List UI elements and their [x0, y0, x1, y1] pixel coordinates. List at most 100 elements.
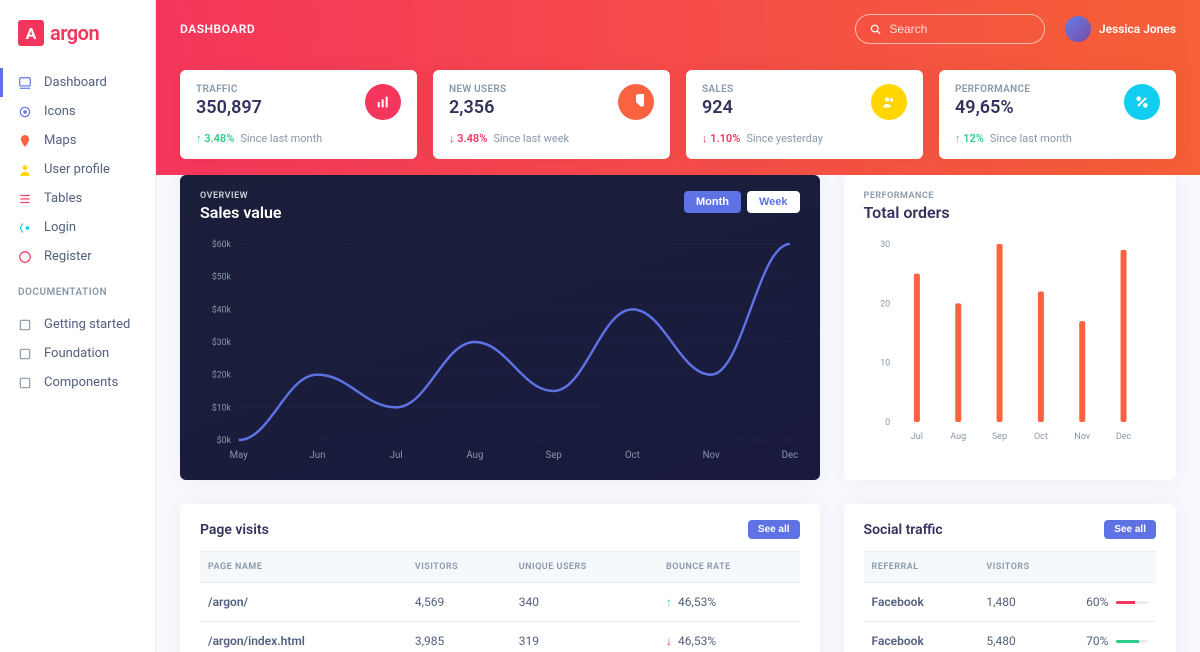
nav-label: Dashboard	[44, 75, 107, 90]
nav-icon	[18, 221, 32, 235]
nav-label: Foundation	[44, 346, 109, 361]
nav-icon	[18, 134, 32, 148]
referral-cell: Facebook	[864, 583, 979, 622]
visitors-cell: 1,480	[978, 583, 1078, 622]
sidebar-item-login[interactable]: Login	[0, 213, 155, 242]
stat-value: 2,356	[449, 97, 506, 118]
svg-text:Nov: Nov	[1074, 432, 1090, 442]
stat-label: SALES	[702, 84, 733, 95]
svg-text:$50k: $50k	[212, 272, 232, 283]
stat-change: ↓ 1.10%	[702, 132, 740, 145]
sidebar-item-dashboard[interactable]: Dashboard	[0, 68, 155, 97]
visitors-cell: 5,480	[978, 622, 1078, 652]
svg-text:Jun: Jun	[309, 450, 325, 461]
chart-icon	[365, 84, 401, 120]
page-name-cell: /argon/index.html	[200, 622, 407, 652]
svg-text:Jul: Jul	[390, 450, 403, 461]
nav-icon	[18, 163, 32, 177]
svg-text:Nov: Nov	[703, 450, 720, 461]
table-row: /argon/ 4,569 340 ↑46,53%	[200, 583, 800, 622]
social-traffic-table: REFERRALVISITORS Facebook 1,480 60% Face…	[864, 551, 1156, 652]
page-visits-title: Page visits	[200, 522, 269, 538]
sidebar-item-register[interactable]: Register	[0, 242, 155, 271]
svg-text:Dec: Dec	[782, 450, 799, 461]
nav-icon	[18, 318, 32, 332]
svg-text:Aug: Aug	[950, 432, 966, 442]
table-header: REFERRAL	[864, 552, 979, 583]
table-header: PAGE NAME	[200, 552, 407, 583]
orders-chart-panel: PERFORMANCE Total orders 0102030JulAugSe…	[844, 175, 1176, 480]
progress-cell: 60%	[1078, 583, 1156, 622]
svg-text:20: 20	[880, 299, 890, 309]
nav-label: Icons	[44, 104, 76, 119]
logo-badge-icon: A	[18, 20, 44, 46]
search-input[interactable]	[889, 22, 1030, 36]
see-all-social-button[interactable]: See all	[1104, 520, 1156, 539]
sidebar-item-icons[interactable]: Icons	[0, 97, 155, 126]
stat-since: Since last month	[990, 132, 1072, 145]
docs-heading: DOCUMENTATION	[0, 277, 155, 304]
social-traffic-panel: Social traffic See all REFERRALVISITORS …	[844, 504, 1176, 652]
bounce-cell: ↑46,53%	[658, 583, 800, 622]
visitors-cell: 4,569	[407, 583, 511, 622]
stat-value: 924	[702, 97, 733, 118]
stat-change: ↓ 3.48%	[449, 132, 487, 145]
unique-cell: 340	[511, 583, 658, 622]
svg-text:Oct: Oct	[1034, 432, 1048, 442]
docs-item-getting-started[interactable]: Getting started	[0, 310, 155, 339]
stat-since: Since yesterday	[746, 132, 823, 145]
brand-logo[interactable]: A argon	[0, 12, 155, 62]
nav-icon	[18, 192, 32, 206]
table-header	[1078, 552, 1156, 583]
docs-item-components[interactable]: Components	[0, 368, 155, 397]
nav-label: Tables	[44, 191, 82, 206]
avatar	[1065, 16, 1091, 42]
nav-label: Maps	[44, 133, 76, 148]
nav-label: Register	[44, 249, 92, 264]
sidebar-item-maps[interactable]: Maps	[0, 126, 155, 155]
sidebar-item-tables[interactable]: Tables	[0, 184, 155, 213]
svg-text:$10k: $10k	[212, 402, 232, 413]
user-menu[interactable]: Jessica Jones	[1065, 16, 1176, 42]
stat-card-traffic: TRAFFIC 350,897 ↑ 3.48% Since last month	[180, 70, 417, 159]
nav-icon	[18, 105, 32, 119]
brand-name: argon	[50, 21, 99, 45]
stat-since: Since last week	[493, 132, 569, 145]
search-icon	[870, 23, 881, 36]
nav-icon	[18, 347, 32, 361]
svg-text:30: 30	[880, 240, 890, 250]
toggle-week[interactable]: Week	[747, 191, 800, 213]
docs-item-foundation[interactable]: Foundation	[0, 339, 155, 368]
svg-text:Jul: Jul	[910, 432, 922, 442]
stat-change: ↑ 3.48%	[196, 132, 234, 145]
nav-icon	[18, 376, 32, 390]
referral-cell: Facebook	[864, 622, 979, 652]
nav-label: Components	[44, 375, 118, 390]
bounce-cell: ↓46,53%	[658, 622, 800, 652]
stat-card-performance: PERFORMANCE 49,65% ↑ 12% Since last mont…	[939, 70, 1176, 159]
stat-value: 49,65%	[955, 97, 1030, 118]
user-name: Jessica Jones	[1099, 22, 1176, 36]
svg-text:Dec: Dec	[1115, 432, 1131, 442]
svg-text:Sep: Sep	[992, 432, 1007, 442]
svg-text:May: May	[230, 450, 249, 461]
svg-text:$20k: $20k	[212, 370, 232, 381]
sidebar-item-user-profile[interactable]: User profile	[0, 155, 155, 184]
sales-chart-panel: OVERVIEW Sales value Month Week $0k$10k$…	[180, 175, 820, 480]
table-header: UNIQUE USERS	[511, 552, 658, 583]
svg-text:Sep: Sep	[546, 450, 563, 461]
nav-label: Getting started	[44, 317, 130, 332]
nav-icon	[18, 76, 32, 90]
stat-card-new-users: NEW USERS 2,356 ↓ 3.48% Since last week	[433, 70, 670, 159]
toggle-month[interactable]: Month	[684, 191, 741, 213]
orders-title: Total orders	[864, 203, 950, 222]
table-row: Facebook 5,480 70%	[864, 622, 1156, 652]
stat-label: PERFORMANCE	[955, 84, 1030, 95]
see-all-visits-button[interactable]: See all	[748, 520, 800, 539]
nav-label: Login	[44, 220, 76, 235]
social-traffic-title: Social traffic	[864, 522, 943, 538]
stat-card-sales: SALES 924 ↓ 1.10% Since yesterday	[686, 70, 923, 159]
orders-sublabel: PERFORMANCE	[864, 191, 950, 201]
page-visits-panel: Page visits See all PAGE NAMEVISITORSUNI…	[180, 504, 820, 652]
search-box[interactable]	[855, 14, 1045, 44]
